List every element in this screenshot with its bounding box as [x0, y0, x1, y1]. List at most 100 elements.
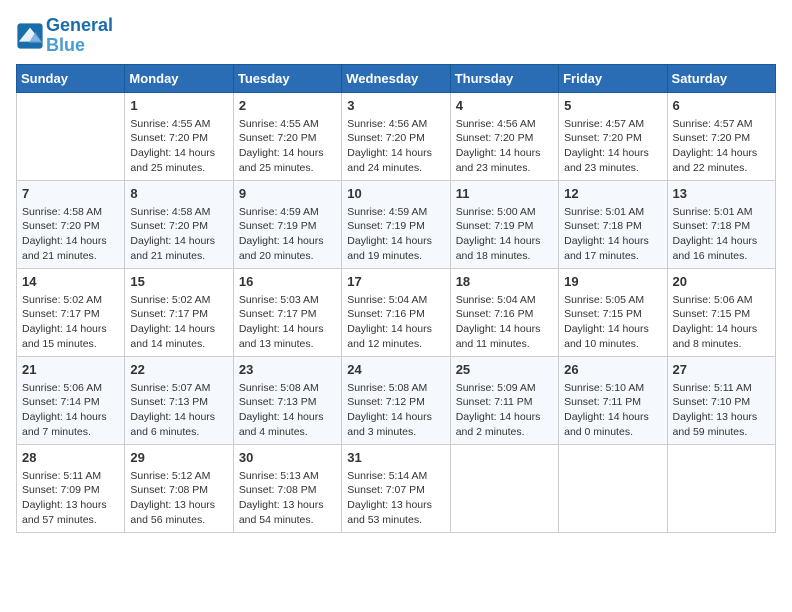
day-info-line: and 6 minutes. — [130, 425, 227, 440]
day-info-line: Daylight: 14 hours — [456, 146, 553, 161]
weekday-header-row: SundayMondayTuesdayWednesdayThursdayFrid… — [17, 64, 776, 92]
day-number: 28 — [22, 449, 119, 467]
day-info-line: Sunrise: 4:58 AM — [130, 205, 227, 220]
day-info-line: Daylight: 13 hours — [673, 410, 770, 425]
day-info-line: Sunrise: 4:58 AM — [22, 205, 119, 220]
day-info-line: and 3 minutes. — [347, 425, 444, 440]
day-info-line: Sunrise: 5:01 AM — [564, 205, 661, 220]
day-number: 8 — [130, 185, 227, 203]
day-info-line: Sunset: 7:19 PM — [347, 219, 444, 234]
day-number: 17 — [347, 273, 444, 291]
day-info-line: and 11 minutes. — [456, 337, 553, 352]
calendar-cell: 23Sunrise: 5:08 AMSunset: 7:13 PMDayligh… — [233, 356, 341, 444]
calendar-cell: 30Sunrise: 5:13 AMSunset: 7:08 PMDayligh… — [233, 444, 341, 532]
calendar-cell: 1Sunrise: 4:55 AMSunset: 7:20 PMDaylight… — [125, 92, 233, 180]
day-info-line: Daylight: 14 hours — [130, 234, 227, 249]
day-info-line: and 53 minutes. — [347, 513, 444, 528]
day-number: 9 — [239, 185, 336, 203]
day-info-line: Daylight: 14 hours — [239, 146, 336, 161]
day-info-line: Sunrise: 5:00 AM — [456, 205, 553, 220]
logo-icon — [16, 22, 44, 50]
day-info-line: and 14 minutes. — [130, 337, 227, 352]
day-number: 2 — [239, 97, 336, 115]
day-info-line: Sunset: 7:13 PM — [130, 395, 227, 410]
day-info-line: Sunrise: 5:14 AM — [347, 469, 444, 484]
weekday-header-sunday: Sunday — [17, 64, 125, 92]
day-info-line: and 12 minutes. — [347, 337, 444, 352]
day-info-line: Sunrise: 5:11 AM — [22, 469, 119, 484]
day-info-line: Daylight: 14 hours — [22, 234, 119, 249]
day-info-line: Sunrise: 4:55 AM — [130, 117, 227, 132]
day-info-line: Sunrise: 5:12 AM — [130, 469, 227, 484]
day-info-line: and 24 minutes. — [347, 161, 444, 176]
calendar-cell: 9 Sunrise: 4:59 AMSunset: 7:19 PMDaylight… — [233, 180, 341, 268]
day-info-line: and 0 minutes. — [564, 425, 661, 440]
day-info-line: Sunset: 7:20 PM — [130, 131, 227, 146]
day-info-line: and 18 minutes. — [456, 249, 553, 264]
calendar-week-row: 1Sunrise: 4:55 AMSunset: 7:20 PMDaylight… — [17, 92, 776, 180]
day-info-line: Sunset: 7:17 PM — [130, 307, 227, 322]
calendar-cell: 8 Sunrise: 4:58 AMSunset: 7:20 PMDaylight… — [125, 180, 233, 268]
calendar-cell: 17Sunrise: 5:04 AMSunset: 7:16 PMDayligh… — [342, 268, 450, 356]
day-info-line: and 25 minutes. — [239, 161, 336, 176]
day-info-line: and 20 minutes. — [239, 249, 336, 264]
day-info-line: Sunset: 7:20 PM — [347, 131, 444, 146]
calendar-week-row: 7Sunrise: 4:58 AMSunset: 7:20 PMDaylight… — [17, 180, 776, 268]
calendar-cell: 2Sunrise: 4:55 AMSunset: 7:20 PMDaylight… — [233, 92, 341, 180]
day-info-line: Daylight: 14 hours — [456, 234, 553, 249]
calendar-cell: 22Sunrise: 5:07 AMSunset: 7:13 PMDayligh… — [125, 356, 233, 444]
calendar-cell: 10Sunrise: 4:59 AMSunset: 7:19 PMDayligh… — [342, 180, 450, 268]
logo: GeneralBlue — [16, 16, 113, 56]
day-number: 26 — [564, 361, 661, 379]
calendar-cell: 27Sunrise: 5:11 AMSunset: 7:10 PMDayligh… — [667, 356, 775, 444]
day-number: 10 — [347, 185, 444, 203]
day-info-line: and 10 minutes. — [564, 337, 661, 352]
day-info-line: Sunset: 7:19 PM — [239, 219, 336, 234]
calendar-cell: 18Sunrise: 5:04 AMSunset: 7:16 PMDayligh… — [450, 268, 558, 356]
day-number: 5 — [564, 97, 661, 115]
day-info-line: Daylight: 13 hours — [347, 498, 444, 513]
day-info-line: Daylight: 14 hours — [130, 146, 227, 161]
day-info-line: Sunrise: 5:08 AM — [239, 381, 336, 396]
day-number: 6 — [673, 97, 770, 115]
day-number: 21 — [22, 361, 119, 379]
day-info-line: and 16 minutes. — [673, 249, 770, 264]
day-info-line: Sunrise: 5:04 AM — [347, 293, 444, 308]
day-info-line: and 4 minutes. — [239, 425, 336, 440]
calendar-cell: 11Sunrise: 5:00 AMSunset: 7:19 PMDayligh… — [450, 180, 558, 268]
day-info-line: Daylight: 13 hours — [239, 498, 336, 513]
day-number: 27 — [673, 361, 770, 379]
day-info-line: Sunset: 7:11 PM — [564, 395, 661, 410]
page-header: GeneralBlue — [16, 16, 776, 56]
day-info-line: and 15 minutes. — [22, 337, 119, 352]
day-info-line: Sunset: 7:12 PM — [347, 395, 444, 410]
calendar-table: SundayMondayTuesdayWednesdayThursdayFrid… — [16, 64, 776, 533]
day-info-line: Sunset: 7:17 PM — [239, 307, 336, 322]
day-info-line: and 57 minutes. — [22, 513, 119, 528]
day-info-line: Daylight: 14 hours — [239, 410, 336, 425]
day-info-line: and 56 minutes. — [130, 513, 227, 528]
day-info-line: Daylight: 14 hours — [239, 322, 336, 337]
day-number: 24 — [347, 361, 444, 379]
day-info-line: Daylight: 14 hours — [130, 322, 227, 337]
day-info-line: Sunset: 7:11 PM — [456, 395, 553, 410]
day-info-line: and 19 minutes. — [347, 249, 444, 264]
calendar-cell: 3Sunrise: 4:56 AMSunset: 7:20 PMDaylight… — [342, 92, 450, 180]
day-info-line: Sunrise: 4:57 AM — [673, 117, 770, 132]
day-info-line: Daylight: 14 hours — [347, 234, 444, 249]
weekday-header-wednesday: Wednesday — [342, 64, 450, 92]
day-info-line: Sunrise: 4:59 AM — [239, 205, 336, 220]
day-number: 12 — [564, 185, 661, 203]
calendar-cell: 25Sunrise: 5:09 AMSunset: 7:11 PMDayligh… — [450, 356, 558, 444]
day-info-line: Daylight: 14 hours — [239, 234, 336, 249]
day-number: 3 — [347, 97, 444, 115]
calendar-cell: 14Sunrise: 5:02 AMSunset: 7:17 PMDayligh… — [17, 268, 125, 356]
day-info-line: and 59 minutes. — [673, 425, 770, 440]
weekday-header-thursday: Thursday — [450, 64, 558, 92]
day-info-line: Sunset: 7:08 PM — [130, 483, 227, 498]
calendar-cell: 5Sunrise: 4:57 AMSunset: 7:20 PMDaylight… — [559, 92, 667, 180]
day-info-line: Sunset: 7:18 PM — [673, 219, 770, 234]
day-info-line: Sunrise: 5:01 AM — [673, 205, 770, 220]
day-info-line: Sunset: 7:20 PM — [130, 219, 227, 234]
day-info-line: Sunrise: 5:02 AM — [130, 293, 227, 308]
